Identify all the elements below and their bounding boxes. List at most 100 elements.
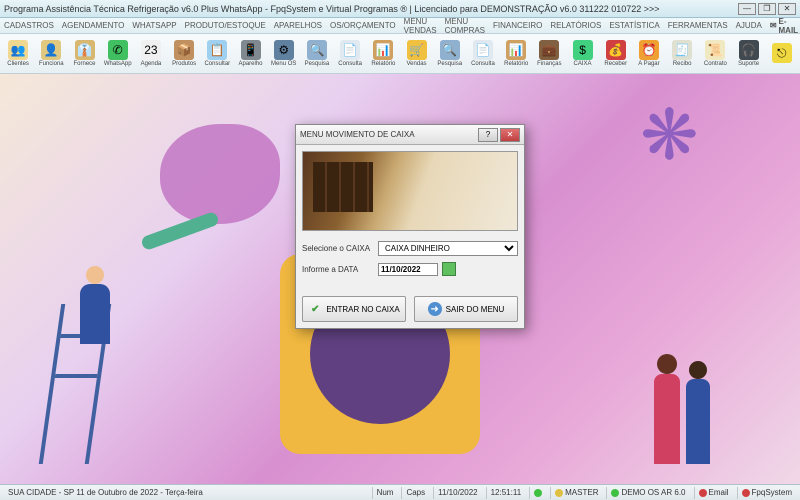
- toolbar-consultar[interactable]: 📋Consultar: [201, 36, 233, 72]
- toolbar-exit[interactable]: ⎋: [766, 36, 798, 72]
- caixa-dialog: MENU MOVIMENTO DE CAIXA ? ✕ Selecione o …: [295, 124, 525, 329]
- relatrio-icon: 📊: [506, 40, 526, 60]
- menu-ajuda[interactable]: AJUDA: [736, 21, 762, 30]
- statusbar: SUA CIDADE - SP 11 de Outubro de 2022 - …: [0, 484, 800, 500]
- clientes-icon: 👥: [8, 40, 28, 60]
- decorative-flower: [640, 94, 720, 174]
- status-date: 11/10/2022: [433, 487, 481, 499]
- toolbar-fornece[interactable]: 👔Fornece: [68, 36, 100, 72]
- decorative-wrench: [140, 211, 220, 252]
- toolbar-label: A Pagar: [638, 61, 659, 67]
- toolbar-agenda[interactable]: 23Agenda: [135, 36, 167, 72]
- toolbar-caixa[interactable]: $CAIXA: [566, 36, 598, 72]
- toolbar-vendas[interactable]: 🛒Vendas: [400, 36, 432, 72]
- toolbar-suporte[interactable]: 🎧Suporte: [732, 36, 764, 72]
- toolbar-pesquisa[interactable]: 🔍Pesquisa: [434, 36, 466, 72]
- menu-menucompras[interactable]: MENU COMPRAS: [445, 17, 485, 35]
- contrato-icon: 📜: [705, 40, 725, 60]
- toolbar-contrato[interactable]: 📜Contrato: [699, 36, 731, 72]
- check-icon: ✔: [308, 302, 322, 316]
- decorative-person-a: [654, 374, 680, 464]
- toolbar-consulta[interactable]: 📄Consulta: [467, 36, 499, 72]
- toolbar: 👥Clientes👤Funciona👔Fornece✆WhatsApp23Age…: [0, 34, 800, 74]
- toolbar-whatsapp[interactable]: ✆WhatsApp: [102, 36, 134, 72]
- exit-menu-button[interactable]: ➜ SAIR DO MENU: [414, 296, 518, 322]
- toolbar-label: Pesquisa: [437, 61, 462, 67]
- toolbar-funciona[interactable]: 👤Funciona: [35, 36, 67, 72]
- status-caps: Caps: [401, 487, 429, 499]
- dialog-hero-image: [302, 151, 518, 231]
- select-caixa-dropdown[interactable]: CAIXA DINHEIRO: [378, 241, 518, 256]
- toolbar-label: Pesquisa: [305, 61, 330, 67]
- aparelho-icon: 📱: [241, 40, 261, 60]
- status-user: MASTER: [550, 487, 602, 499]
- status-indicator-green: [529, 487, 546, 499]
- dialog-close-button[interactable]: ✕: [500, 128, 520, 142]
- exit-icon: ➜: [428, 302, 442, 316]
- toolbar-relatrio[interactable]: 📊Relatório: [500, 36, 532, 72]
- minimize-button[interactable]: —: [738, 3, 756, 15]
- status-num: Num: [372, 487, 398, 499]
- menu-osoramento[interactable]: OS/ORÇAMENTO: [330, 21, 396, 30]
- toolbar-label: Agenda: [141, 61, 162, 67]
- decorative-person-b: [686, 379, 710, 464]
- menu-produtoestoque[interactable]: PRODUTO/ESTOQUE: [185, 21, 266, 30]
- menu-relatrios[interactable]: RELATÓRIOS: [550, 21, 601, 30]
- dialog-help-button[interactable]: ?: [478, 128, 498, 142]
- toolbar-label: Relatório: [371, 61, 395, 67]
- status-brand[interactable]: FpqSystem: [737, 487, 796, 499]
- decorative-blob: [160, 124, 280, 224]
- close-button[interactable]: ✕: [778, 3, 796, 15]
- suporte-icon: 🎧: [739, 40, 759, 60]
- calendar-icon[interactable]: [442, 262, 456, 276]
- toolbar-menuos[interactable]: ⚙Menu OS: [268, 36, 300, 72]
- caixa-icon: $: [573, 40, 593, 60]
- menubar: CADASTROS AGENDAMENTO WHATSAPP PRODUTO/ESTO…: [0, 18, 800, 34]
- toolbar-finanas[interactable]: 💼Finanças: [533, 36, 565, 72]
- fornece-icon: 👔: [75, 40, 95, 60]
- menu-menuvendas[interactable]: MENU VENDAS: [404, 17, 437, 35]
- enter-caixa-button[interactable]: ✔ ENTRAR NO CAIXA: [302, 296, 406, 322]
- menu-agendamento[interactable]: AGENDAMENTO: [62, 21, 125, 30]
- menu-cadastros[interactable]: CADASTROS: [4, 21, 54, 30]
- window-title: Programa Assistência Técnica Refrigeraçã…: [4, 4, 738, 14]
- menuos-icon: ⚙: [274, 40, 294, 60]
- toolbar-recibo[interactable]: 🧾Recibo: [666, 36, 698, 72]
- email-link[interactable]: ✉ E-MAIL: [770, 17, 798, 35]
- toolbar-pesquisa[interactable]: 🔍Pesquisa: [301, 36, 333, 72]
- relatrio-icon: 📊: [373, 40, 393, 60]
- finanas-icon: 💼: [539, 40, 559, 60]
- menu-financeiro[interactable]: FINANCEIRO: [493, 21, 542, 30]
- toolbar-label: Consultar: [204, 61, 230, 67]
- toolbar-relatrio[interactable]: 📊Relatório: [367, 36, 399, 72]
- status-location: SUA CIDADE - SP 11 de Outubro de 2022 - …: [4, 487, 207, 499]
- status-version: DEMO OS AR 6.0: [606, 487, 689, 499]
- toolbar-label: WhatsApp: [104, 61, 132, 67]
- apagar-icon: ⏰: [639, 40, 659, 60]
- toolbar-clientes[interactable]: 👥Clientes: [2, 36, 34, 72]
- toolbar-label: Consulta: [471, 61, 495, 67]
- dialog-titlebar: MENU MOVIMENTO DE CAIXA ? ✕: [296, 125, 524, 145]
- date-input[interactable]: [378, 263, 438, 276]
- toolbar-apagar[interactable]: ⏰A Pagar: [633, 36, 665, 72]
- maximize-button[interactable]: ❐: [758, 3, 776, 15]
- consulta-icon: 📄: [340, 40, 360, 60]
- menu-estatstica[interactable]: ESTATÍSTICA: [609, 21, 659, 30]
- toolbar-receber[interactable]: 💰Receber: [600, 36, 632, 72]
- produtos-icon: 📦: [174, 40, 194, 60]
- toolbar-produtos[interactable]: 📦Produtos: [168, 36, 200, 72]
- status-email[interactable]: Email: [694, 487, 733, 499]
- menu-ferramentas[interactable]: FERRAMENTAS: [668, 21, 728, 30]
- toolbar-label: Consulta: [338, 61, 362, 67]
- toolbar-label: Clientes: [7, 61, 29, 67]
- recibo-icon: 🧾: [672, 40, 692, 60]
- menu-whatsapp[interactable]: WHATSAPP: [132, 21, 176, 30]
- pesquisa-icon: 🔍: [307, 40, 327, 60]
- toolbar-consulta[interactable]: 📄Consulta: [334, 36, 366, 72]
- toolbar-label: Menu OS: [271, 61, 296, 67]
- toolbar-label: Recibo: [673, 61, 692, 67]
- status-time: 12:51:11: [486, 487, 526, 499]
- menu-aparelhos[interactable]: APARELHOS: [274, 21, 322, 30]
- whatsapp-icon: ✆: [108, 40, 128, 60]
- toolbar-aparelho[interactable]: 📱Aparelho: [234, 36, 266, 72]
